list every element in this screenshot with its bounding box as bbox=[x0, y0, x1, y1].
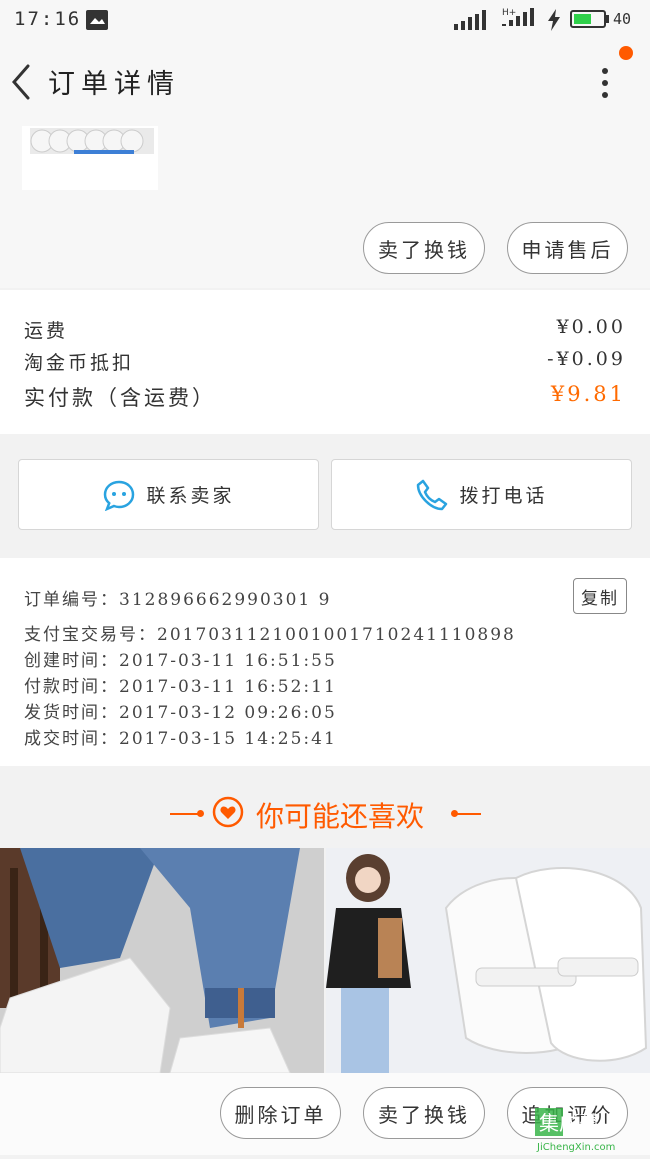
completed-time: 成交时间：2017-03-15 14:25:41 bbox=[24, 729, 337, 749]
alipay-number: 支付宝交易号：2017031121001001710241110898 bbox=[24, 625, 516, 645]
recommend-title: 你可能还喜欢 bbox=[256, 800, 425, 833]
paid-label: 实付款（含运费） bbox=[24, 386, 216, 410]
apply-aftersale-button[interactable]: 申请售后 bbox=[507, 222, 628, 274]
product-thumbnail[interactable] bbox=[22, 126, 158, 190]
call-phone-label: 拨打电话 bbox=[459, 485, 548, 507]
paid-time: 付款时间：2017-03-11 16:52:11 bbox=[24, 677, 337, 697]
charging-icon bbox=[548, 9, 560, 31]
paid-value: ¥9.81 bbox=[550, 382, 626, 406]
sell-item-bottom-button[interactable]: 卖了换钱 bbox=[363, 1087, 485, 1139]
notification-dot bbox=[619, 46, 633, 60]
coins-label: 淘金币抵扣 bbox=[24, 352, 135, 374]
battery-level: 40 bbox=[613, 10, 632, 28]
shipping-value: ¥0.00 bbox=[556, 316, 626, 338]
contact-seller-button[interactable]: 联系卖家 bbox=[18, 459, 319, 530]
heart-icon bbox=[212, 796, 244, 828]
sell-item-button[interactable]: 卖了换钱 bbox=[363, 222, 485, 274]
call-phone-button[interactable]: 拨打电话 bbox=[331, 459, 632, 530]
status-time: 17:16 bbox=[14, 8, 82, 30]
coins-value: -¥0.09 bbox=[547, 348, 626, 370]
more-menu-icon[interactable] bbox=[596, 66, 616, 102]
page-title: 订单详情 bbox=[48, 69, 180, 100]
order-number: 订单编号：312896662990301 9 bbox=[24, 590, 332, 610]
delete-order-button[interactable]: 删除订单 bbox=[220, 1087, 341, 1139]
network-type: H+ bbox=[502, 8, 516, 18]
signal-icon bbox=[454, 10, 486, 30]
recommended-product-image[interactable] bbox=[0, 848, 324, 1073]
shipping-label: 运费 bbox=[24, 320, 69, 342]
created-time: 创建时间：2017-03-11 16:51:55 bbox=[24, 651, 337, 671]
signal-h-plus-icon: H+ bbox=[502, 8, 534, 26]
battery-icon bbox=[570, 10, 606, 28]
recommended-product-image[interactable] bbox=[326, 848, 650, 1073]
phone-icon bbox=[417, 479, 448, 510]
copy-button[interactable]: 复制 bbox=[573, 578, 627, 614]
shipped-time: 发货时间：2017-03-12 09:26:05 bbox=[24, 703, 337, 723]
contact-seller-label: 联系卖家 bbox=[146, 485, 235, 507]
watermark-logo: 集成馨 JiChengXin.com bbox=[533, 1104, 650, 1155]
back-arrow-icon[interactable] bbox=[8, 62, 38, 102]
watermark-url: JiChengXin.com bbox=[536, 1142, 615, 1153]
chat-bubble-icon bbox=[104, 480, 135, 511]
notification-image-icon bbox=[86, 10, 108, 30]
watermark-text: 集成馨 bbox=[539, 1111, 599, 1135]
